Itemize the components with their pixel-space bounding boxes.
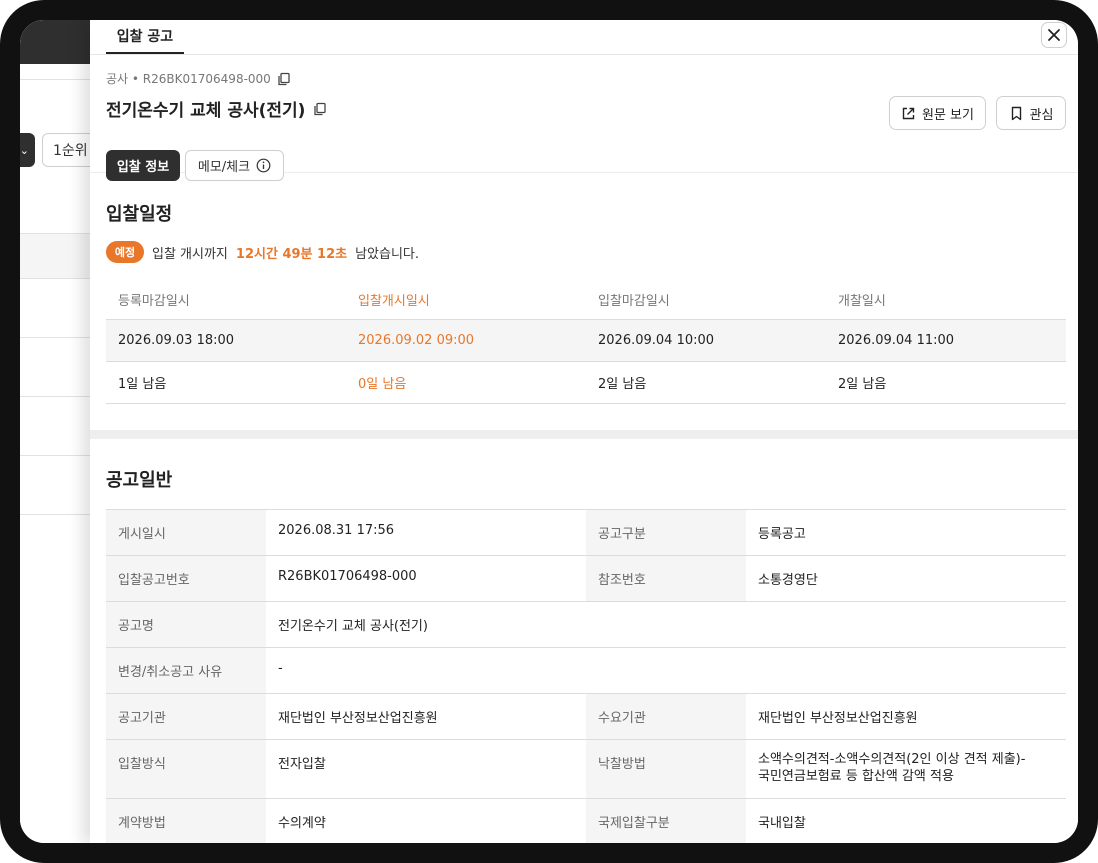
- bookmark-icon: [1011, 106, 1021, 120]
- notice-prefix: 입찰 개시까지: [152, 246, 228, 262]
- tab-memo-check-label: 메모/체크: [197, 160, 251, 175]
- panel-topbar: 입찰 공고: [90, 20, 1078, 55]
- schedule-column-header: 입찰마감일시: [598, 294, 670, 309]
- view-original-button[interactable]: 원문 보기: [889, 96, 986, 130]
- general-section-title: 공고일반: [106, 470, 173, 491]
- info-label: 공고명: [106, 602, 266, 647]
- schedule-date-cell: 2026.09.02 09:00: [358, 333, 475, 348]
- info-label: 국제입찰구분: [586, 799, 746, 843]
- info-label: 게시일시: [106, 510, 266, 555]
- section-divider: [90, 430, 1078, 439]
- schedule-remaining-cell: 2일 남음: [598, 377, 647, 392]
- tab-bid-info[interactable]: 입찰 정보: [106, 150, 180, 181]
- rank-label: 1순위: [53, 143, 88, 159]
- schedule-remaining-cell: 0일 남음: [358, 377, 407, 392]
- schedule-column-header: 등록마감일시: [118, 294, 190, 309]
- favorite-button[interactable]: 관심: [996, 96, 1066, 130]
- screen: ⌄ 1순위 입찰 공고 공사 • R26BK01706498-000 전기온수기…: [20, 20, 1078, 843]
- info-label: 공고구분: [586, 510, 746, 555]
- info-label: 계약방법: [106, 799, 266, 843]
- info-label: 공고기관: [106, 694, 266, 739]
- device-frame: ⌄ 1순위 입찰 공고 공사 • R26BK01706498-000 전기온수기…: [0, 0, 1098, 863]
- copy-icon[interactable]: [277, 72, 291, 86]
- info-row: 게시일시 2026.08.31 17:56 공고구분 등록공고: [106, 510, 1066, 556]
- schedule-date-cell: 2026.09.03 18:00: [118, 333, 235, 348]
- schedule-date-cell: 2026.09.04 11:00: [838, 333, 955, 348]
- info-row: 입찰공고번호 R26BK01706498-000 참조번호 소통경영단: [106, 556, 1066, 602]
- schedule-remaining-row: 1일 남음 0일 남음 2일 남음 2일 남음: [106, 362, 1066, 404]
- schedule-column-header: 개찰일시: [838, 294, 886, 309]
- general-info-table: 게시일시 2026.08.31 17:56 공고구분 등록공고 입찰공고번호 R…: [106, 509, 1066, 843]
- info-label: 입찰공고번호: [106, 556, 266, 601]
- info-value: 전자입찰: [278, 757, 326, 772]
- view-original-label: 원문 보기: [922, 107, 974, 123]
- favorite-label: 관심: [1029, 107, 1054, 123]
- schedule-date-row: 2026.09.03 18:00 2026.09.02 09:00 2026.0…: [106, 320, 1066, 362]
- schedule-column-header: 입찰개시일시: [358, 294, 430, 309]
- schedule-remaining-cell: 1일 남음: [118, 377, 167, 392]
- tab-bid-info-label: 입찰 정보: [116, 160, 170, 175]
- info-value: 수의계약: [278, 816, 326, 831]
- info-value: 소통경영단: [758, 573, 818, 588]
- bid-detail-panel: 입찰 공고 공사 • R26BK01706498-000 전기온수기 교체 공사…: [90, 20, 1078, 843]
- info-value-line: 국민연금보험료 등 합산액 감액 적용: [758, 769, 954, 784]
- schedule-header-row: 등록마감일시 입찰개시일시 입찰마감일시 개찰일시: [106, 280, 1066, 320]
- schedule-section-title: 입찰일정: [106, 204, 173, 225]
- info-row: 입찰방식 전자입찰 낙찰방법 소액수의견적-소액수의견적(2인 이상 견적 제출…: [106, 740, 1066, 799]
- schedule-remaining-cell: 2일 남음: [838, 377, 887, 392]
- info-value-line: 소액수의견적-소액수의견적(2인 이상 견적 제출)-: [758, 752, 1026, 767]
- info-label: 낙찰방법: [586, 740, 746, 798]
- info-label: 입찰방식: [106, 740, 266, 798]
- tab-bid-notice[interactable]: 입찰 공고: [106, 20, 184, 54]
- status-badge: 예정: [106, 241, 144, 263]
- close-button[interactable]: [1041, 22, 1067, 48]
- background-dropdown-button[interactable]: ⌄: [20, 133, 35, 167]
- info-value: 재단법인 부산정보산업진흥원: [758, 711, 918, 726]
- schedule-table: 등록마감일시 입찰개시일시 입찰마감일시 개찰일시 2026.09.03 18:…: [106, 280, 1066, 404]
- notice-suffix: 남았습니다.: [355, 246, 420, 262]
- notice-title: 전기온수기 교체 공사(전기): [106, 101, 306, 121]
- info-label: 참조번호: [586, 556, 746, 601]
- external-link-icon: [902, 107, 915, 119]
- copy-icon[interactable]: [313, 102, 327, 116]
- info-value: -: [278, 661, 283, 676]
- info-value: 2026.08.31 17:56: [278, 523, 395, 538]
- info-value: R26BK01706498-000: [278, 569, 417, 584]
- tab-memo-check[interactable]: 메모/체크: [185, 150, 284, 181]
- info-value: 전기온수기 교체 공사(전기): [278, 619, 428, 634]
- schedule-notice: 예정 입찰 개시까지 12시간 49분 12초 남았습니다.: [106, 241, 419, 263]
- info-value: 등록공고: [758, 527, 806, 542]
- info-label: 수요기관: [586, 694, 746, 739]
- info-row: 변경/취소공고 사유 -: [106, 648, 1066, 694]
- info-value: 소액수의견적-소액수의견적(2인 이상 견적 제출)- 국민연금보험료 등 합산…: [746, 740, 1066, 798]
- schedule-date-cell: 2026.09.04 10:00: [598, 333, 715, 348]
- notice-countdown: 12시간 49분 12초: [235, 246, 348, 262]
- notice-code-line: 공사 • R26BK01706498-000: [106, 70, 291, 87]
- info-label: 변경/취소공고 사유: [106, 648, 266, 693]
- info-icon: [256, 158, 271, 173]
- notice-title-line: 전기온수기 교체 공사(전기): [106, 96, 327, 121]
- info-row: 계약방법 수의계약 국제입찰구분 국내입찰: [106, 799, 1066, 843]
- info-value: 재단법인 부산정보산업진흥원: [278, 711, 438, 726]
- info-row: 공고기관 재단법인 부산정보산업진흥원 수요기관 재단법인 부산정보산업진흥원: [106, 694, 1066, 740]
- notice-code: 공사 • R26BK01706498-000: [106, 72, 271, 86]
- close-icon: [1048, 29, 1060, 41]
- info-value: 국내입찰: [758, 816, 806, 831]
- panel-header: 공사 • R26BK01706498-000 전기온수기 교체 공사(전기) 원…: [90, 56, 1078, 181]
- info-row: 공고명 전기온수기 교체 공사(전기): [106, 602, 1066, 648]
